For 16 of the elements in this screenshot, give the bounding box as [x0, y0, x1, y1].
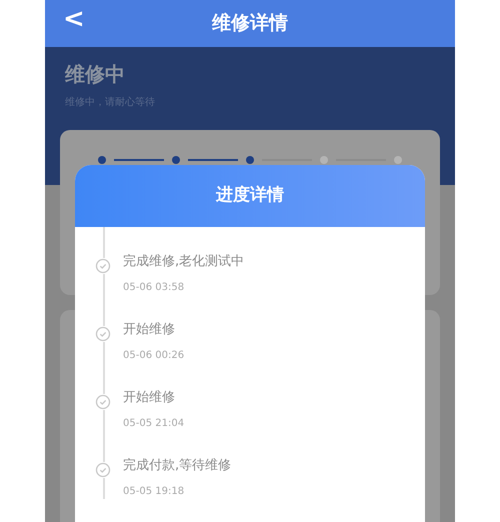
- check-circle-icon: [95, 394, 111, 410]
- check-circle-icon: [95, 258, 111, 274]
- event-title: 完成付款,等待维修: [123, 457, 232, 475]
- check-circle-icon: [95, 462, 111, 478]
- event-title: 开始维修: [123, 321, 176, 339]
- event-title: 开始维修: [123, 389, 176, 407]
- event-time: 05-06 03:58: [123, 281, 186, 295]
- page-title: 维修详情: [212, 11, 288, 36]
- back-button[interactable]: <: [63, 6, 85, 32]
- event-time: 05-05 19:18: [123, 485, 186, 499]
- dialog-title: 进度详情: [216, 184, 284, 208]
- check-circle-icon: [95, 326, 111, 342]
- event-time: 05-05 21:04: [123, 417, 186, 431]
- event-title: 完成维修,老化测试中: [123, 253, 246, 271]
- status-title: 维修中: [65, 61, 126, 88]
- event-time: 05-06 00:26: [123, 349, 186, 363]
